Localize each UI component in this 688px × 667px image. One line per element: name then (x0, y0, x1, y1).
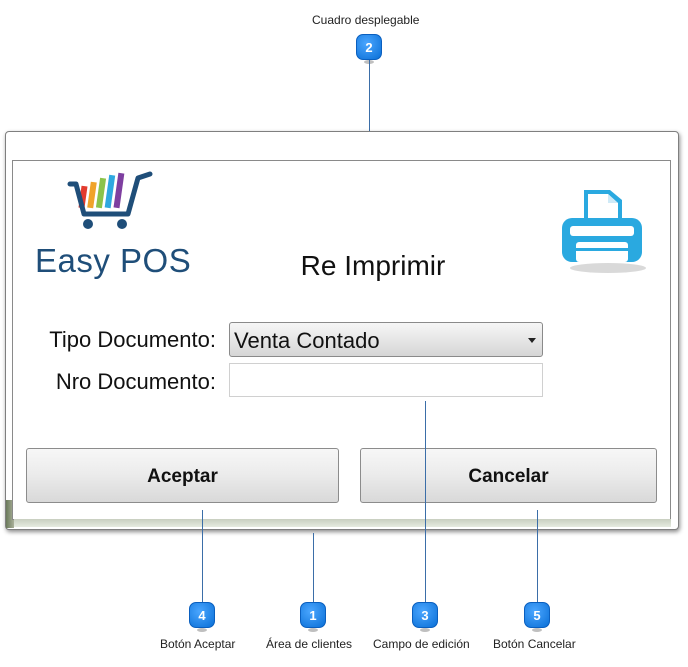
callout-line-5 (537, 510, 538, 602)
tipo-documento-dropdown[interactable]: Venta Contado (229, 322, 543, 357)
callout-label-3: Campo de edición (373, 637, 470, 651)
callout-line-1 (313, 533, 314, 602)
nro-documento-label: Nro Documento: (55, 369, 216, 394)
callout-label-5: Botón Cancelar (493, 637, 576, 651)
client-area-bottom-strip (14, 519, 671, 527)
nro-documento-input[interactable] (229, 363, 543, 397)
printer-icon (562, 190, 646, 273)
callout-line-4 (202, 510, 203, 602)
callout-badge-3: 3 (412, 602, 438, 632)
callout-label-4: Botón Aceptar (160, 637, 236, 651)
shopping-cart-icon (67, 171, 153, 229)
callout-label-1: Área de clientes (266, 637, 353, 651)
cancel-button[interactable]: Cancelar (360, 448, 657, 503)
callout-line-3 (425, 401, 426, 602)
chevron-down-icon[interactable] (528, 338, 536, 343)
callout-badge-4: 4 (189, 602, 215, 632)
tipo-documento-selected-value: Venta Contado (234, 328, 380, 353)
tipo-documento-label: Tipo Documento: (49, 327, 216, 352)
callout-label-2: Cuadro desplegable (312, 13, 420, 27)
callout-badge-5: 5 (524, 602, 550, 632)
accept-button[interactable]: Aceptar (26, 448, 339, 503)
callout-badge-1: 1 (300, 602, 326, 632)
callout-badge-2: 2 (356, 34, 382, 64)
